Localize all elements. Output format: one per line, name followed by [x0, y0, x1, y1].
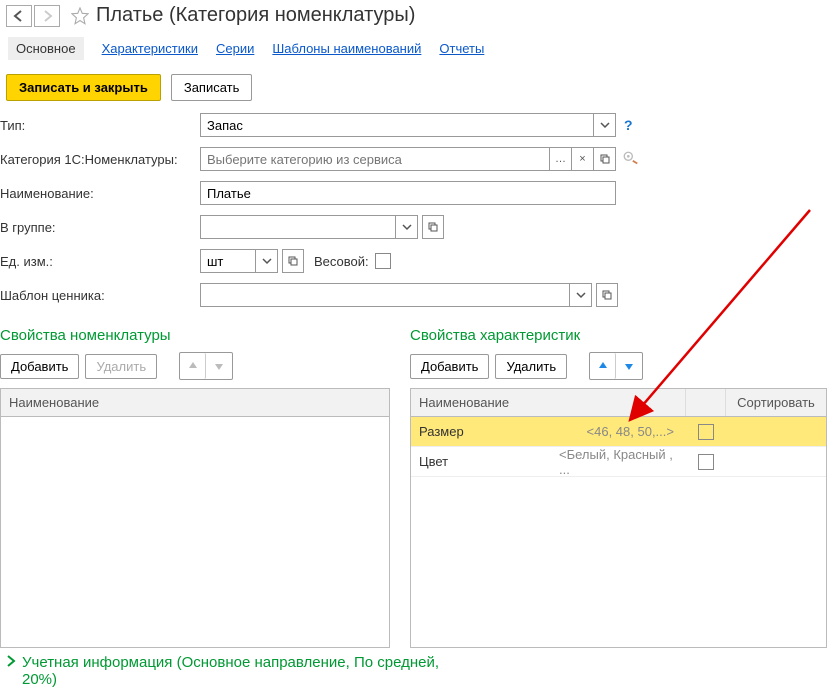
favorite-star-icon[interactable]: [68, 5, 92, 27]
category-gear-icon[interactable]: [622, 150, 640, 168]
tab-main[interactable]: Основное: [8, 37, 84, 60]
group-input[interactable]: [200, 215, 396, 239]
nomenclature-add-button[interactable]: Добавить: [0, 354, 79, 379]
toolbar-actions: Записать и закрыть Записать: [0, 70, 833, 113]
pricetag-dropdown-button[interactable]: [570, 283, 592, 307]
weight-label: Весовой:: [314, 254, 369, 269]
tab-characteristics[interactable]: Характеристики: [102, 41, 198, 56]
unit-label: Ед. изм.:: [0, 254, 200, 269]
row-sort-checkbox[interactable]: [698, 454, 714, 470]
nav-back-button[interactable]: [6, 5, 32, 27]
characteristic-col-checkbox[interactable]: [686, 389, 726, 416]
category-select-button[interactable]: …: [550, 147, 572, 171]
group-open-button[interactable]: [422, 215, 444, 239]
tab-reports[interactable]: Отчеты: [439, 41, 484, 56]
characteristic-props-table: Наименование Сортировать Размер <46, 48,…: [410, 388, 827, 648]
characteristic-move-down-button[interactable]: [616, 353, 642, 379]
row-hint: <Белый, Красный , ...: [551, 443, 686, 481]
save-close-button[interactable]: Записать и закрыть: [6, 74, 161, 101]
nav-forward-button[interactable]: [34, 5, 60, 27]
pricetag-input[interactable]: [200, 283, 570, 307]
table-row[interactable]: Цвет <Белый, Красный , ...: [411, 447, 826, 477]
group-label: В группе:: [0, 220, 200, 235]
accounting-info-label: Учетная информация (Основное направление…: [22, 654, 442, 688]
characteristic-delete-button[interactable]: Удалить: [495, 354, 567, 379]
group-dropdown-button[interactable]: [396, 215, 418, 239]
weight-checkbox[interactable]: [375, 253, 391, 269]
category-label: Категория 1С:Номенклатуры:: [0, 152, 200, 167]
row-hint: <46, 48, 50,...>: [551, 420, 686, 443]
page-title: Платье (Категория номенклатуры): [96, 4, 415, 27]
characteristic-col-name[interactable]: Наименование: [411, 389, 686, 416]
name-input[interactable]: [200, 181, 616, 205]
row-name: Размер: [411, 420, 551, 443]
accounting-info-expander[interactable]: Учетная информация (Основное направление…: [0, 648, 833, 688]
characteristic-add-button[interactable]: Добавить: [410, 354, 489, 379]
form-area: Тип: ? Категория 1С:Номенклатуры: … × На…: [0, 113, 833, 323]
category-input[interactable]: [200, 147, 550, 171]
nomenclature-move-down-button[interactable]: [206, 353, 232, 379]
tab-series[interactable]: Серии: [216, 41, 254, 56]
unit-open-button[interactable]: [282, 249, 304, 273]
type-input[interactable]: [200, 113, 594, 137]
category-clear-button[interactable]: ×: [572, 147, 594, 171]
name-label: Наименование:: [0, 186, 200, 201]
titlebar: Платье (Категория номенклатуры): [0, 0, 833, 31]
characteristic-props-title: Свойства характеристик: [410, 327, 827, 344]
category-open-button[interactable]: [594, 147, 616, 171]
unit-dropdown-button[interactable]: [256, 249, 278, 273]
nomenclature-props-section: Свойства номенклатуры Добавить Удалить Н…: [0, 327, 390, 648]
characteristic-col-sort[interactable]: Сортировать: [726, 389, 826, 416]
row-name: Цвет: [411, 450, 551, 473]
nomenclature-move-up-button[interactable]: [180, 353, 206, 379]
save-button[interactable]: Записать: [171, 74, 253, 101]
unit-input[interactable]: [200, 249, 256, 273]
chevron-right-icon: [6, 654, 16, 672]
tabs: Основное Характеристики Серии Шаблоны на…: [0, 31, 833, 70]
nomenclature-col-name[interactable]: Наименование: [1, 389, 389, 416]
help-icon[interactable]: ?: [624, 117, 633, 133]
pricetag-open-button[interactable]: [596, 283, 618, 307]
nomenclature-props-table: Наименование: [0, 388, 390, 648]
nomenclature-delete-button[interactable]: Удалить: [85, 354, 157, 379]
type-dropdown-button[interactable]: [594, 113, 616, 137]
type-label: Тип:: [0, 118, 200, 133]
nomenclature-props-title: Свойства номенклатуры: [0, 327, 390, 344]
characteristic-props-section: Свойства характеристик Добавить Удалить …: [410, 327, 827, 648]
row-sort-checkbox[interactable]: [698, 424, 714, 440]
characteristic-move-up-button[interactable]: [590, 353, 616, 379]
pricetag-label: Шаблон ценника:: [0, 288, 200, 303]
tab-name-templates[interactable]: Шаблоны наименований: [272, 41, 421, 56]
